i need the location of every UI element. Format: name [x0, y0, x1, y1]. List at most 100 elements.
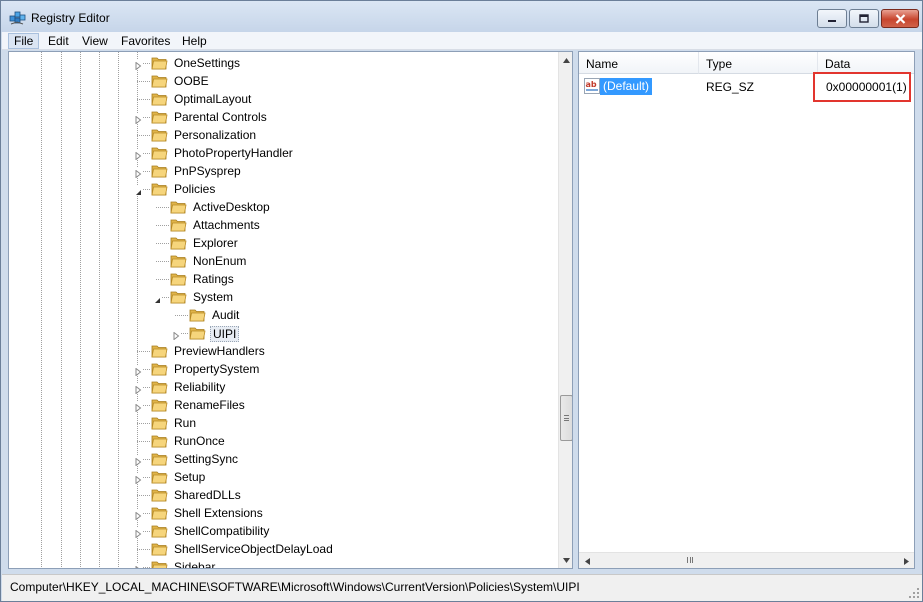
folder-icon — [170, 199, 187, 214]
tree-item[interactable]: PreviewHandlers — [9, 342, 557, 360]
tree-item[interactable]: Attachments — [9, 216, 557, 234]
scroll-up-button[interactable] — [559, 52, 572, 68]
tree-item[interactable]: SettingSync — [9, 450, 557, 468]
tree-item[interactable]: NonEnum — [9, 252, 557, 270]
collapsed-triangle-icon[interactable] — [135, 113, 142, 125]
tree-item[interactable]: Setup — [9, 468, 557, 486]
tree-item-label: System — [193, 290, 234, 304]
tree-item-label: ActiveDesktop — [193, 200, 270, 214]
tree-item-label: ShellCompatibility — [174, 524, 270, 538]
folder-icon — [151, 469, 168, 484]
value-name[interactable]: (Default) — [600, 78, 653, 95]
maximize-button[interactable] — [849, 9, 879, 28]
tree-item-label: Shell Extensions — [174, 506, 263, 520]
close-button[interactable] — [881, 9, 919, 28]
tree-item-label: PropertySystem — [174, 362, 260, 376]
column-header-name[interactable]: Name — [579, 52, 699, 74]
tree-item-label: UIPI — [210, 326, 240, 342]
tree-item-label: OptimalLayout — [174, 92, 252, 106]
minimize-button[interactable] — [817, 9, 847, 28]
folder-icon — [151, 163, 168, 178]
registry-editor-app-icon — [9, 11, 26, 25]
collapsed-triangle-icon[interactable] — [135, 149, 142, 161]
collapsed-triangle-icon[interactable] — [135, 167, 142, 179]
list-horizontal-scrollbar[interactable] — [579, 552, 914, 568]
folder-icon — [151, 397, 168, 412]
tree-item[interactable]: ShellCompatibility — [9, 522, 557, 540]
tree-item[interactable]: UIPI — [9, 324, 557, 342]
tree-item[interactable]: Audit — [9, 306, 557, 324]
folder-icon — [170, 235, 187, 250]
scroll-down-button[interactable] — [559, 552, 572, 568]
tree-item-label: PhotoPropertyHandler — [174, 146, 293, 160]
tree-item[interactable]: OptimalLayout — [9, 90, 557, 108]
scroll-thumb[interactable] — [560, 395, 572, 441]
collapsed-triangle-icon[interactable] — [135, 455, 142, 467]
tree-item[interactable]: PropertySystem — [9, 360, 557, 378]
menu-help[interactable]: Help — [177, 33, 212, 49]
minimize-icon — [828, 19, 836, 22]
tree-item[interactable]: Shell Extensions — [9, 504, 557, 522]
expanded-triangle-icon[interactable] — [154, 293, 161, 303]
tree-item[interactable]: OneSettings — [9, 54, 557, 72]
scroll-right-button[interactable] — [898, 553, 914, 568]
folder-icon — [151, 451, 168, 466]
collapsed-triangle-icon[interactable] — [135, 401, 142, 413]
tree-item[interactable]: Reliability — [9, 378, 557, 396]
horizontal-scroll-grip-icon[interactable] — [687, 557, 693, 563]
tree-item[interactable]: RunOnce — [9, 432, 557, 450]
folder-icon — [151, 559, 168, 568]
tree-item[interactable]: Parental Controls — [9, 108, 557, 126]
tree-item-label: Audit — [212, 308, 240, 322]
scroll-left-button[interactable] — [579, 553, 595, 568]
tree-item[interactable]: Explorer — [9, 234, 557, 252]
collapsed-triangle-icon[interactable] — [135, 527, 142, 539]
tree-item[interactable]: System — [9, 288, 557, 306]
collapsed-triangle-icon[interactable] — [135, 473, 142, 485]
tree-item[interactable]: OOBE — [9, 72, 557, 90]
value-type: REG_SZ — [706, 80, 755, 94]
tree-item[interactable]: Policies — [9, 180, 557, 198]
column-header-type[interactable]: Type — [699, 52, 818, 74]
collapsed-triangle-icon[interactable] — [135, 383, 142, 395]
menu-bar: File Edit View Favorites Help — [2, 32, 922, 50]
tree-item[interactable]: PhotoPropertyHandler — [9, 144, 557, 162]
tree-item[interactable]: ShellServiceObjectDelayLoad — [9, 540, 557, 558]
tree-item[interactable]: RenameFiles — [9, 396, 557, 414]
tree-item-label: SharedDLLs — [174, 488, 241, 502]
tree-item[interactable]: Personalization — [9, 126, 557, 144]
folder-icon — [170, 289, 187, 304]
folder-icon — [151, 433, 168, 448]
folder-icon — [151, 343, 168, 358]
menu-edit[interactable]: Edit — [43, 33, 74, 49]
title-bar[interactable]: Registry Editor — [1, 1, 922, 32]
tree-item[interactable]: SharedDLLs — [9, 486, 557, 504]
menu-favorites[interactable]: Favorites — [116, 33, 175, 49]
tree-item[interactable]: Sidebar — [9, 558, 557, 568]
tree-item[interactable]: PnPSysprep — [9, 162, 557, 180]
menu-file[interactable]: File — [8, 33, 40, 49]
collapsed-triangle-icon[interactable] — [135, 509, 142, 521]
folder-icon — [151, 73, 168, 88]
tree-item[interactable]: ActiveDesktop — [9, 198, 557, 216]
menu-view[interactable]: View — [77, 33, 113, 49]
tree-item-label: PreviewHandlers — [174, 344, 265, 358]
folder-icon — [151, 127, 168, 142]
tree-vertical-scrollbar[interactable] — [558, 52, 572, 568]
tree-item[interactable]: Run — [9, 414, 557, 432]
collapsed-triangle-icon[interactable] — [135, 563, 142, 568]
registry-key-tree[interactable]: OneSettings OOBE OptimalLayout Parental Con… — [8, 51, 573, 569]
resize-grip-icon[interactable] — [908, 587, 920, 599]
red-highlight-box — [813, 72, 911, 102]
folder-icon — [151, 109, 168, 124]
tree-item-label: RenameFiles — [174, 398, 245, 412]
expanded-triangle-icon[interactable] — [135, 185, 142, 195]
registry-values-list[interactable]: Name Type Data ab (Default) REG_SZ 0x000… — [578, 51, 915, 569]
column-header-data[interactable]: Data — [818, 52, 914, 74]
tree-item[interactable]: Ratings — [9, 270, 557, 288]
collapsed-triangle-icon[interactable] — [135, 365, 142, 377]
collapsed-triangle-icon[interactable] — [135, 59, 142, 71]
folder-icon — [151, 379, 168, 394]
collapsed-triangle-icon[interactable] — [173, 329, 180, 341]
status-key-path: Computer\HKEY_LOCAL_MACHINE\SOFTWARE\Mic… — [10, 580, 580, 594]
